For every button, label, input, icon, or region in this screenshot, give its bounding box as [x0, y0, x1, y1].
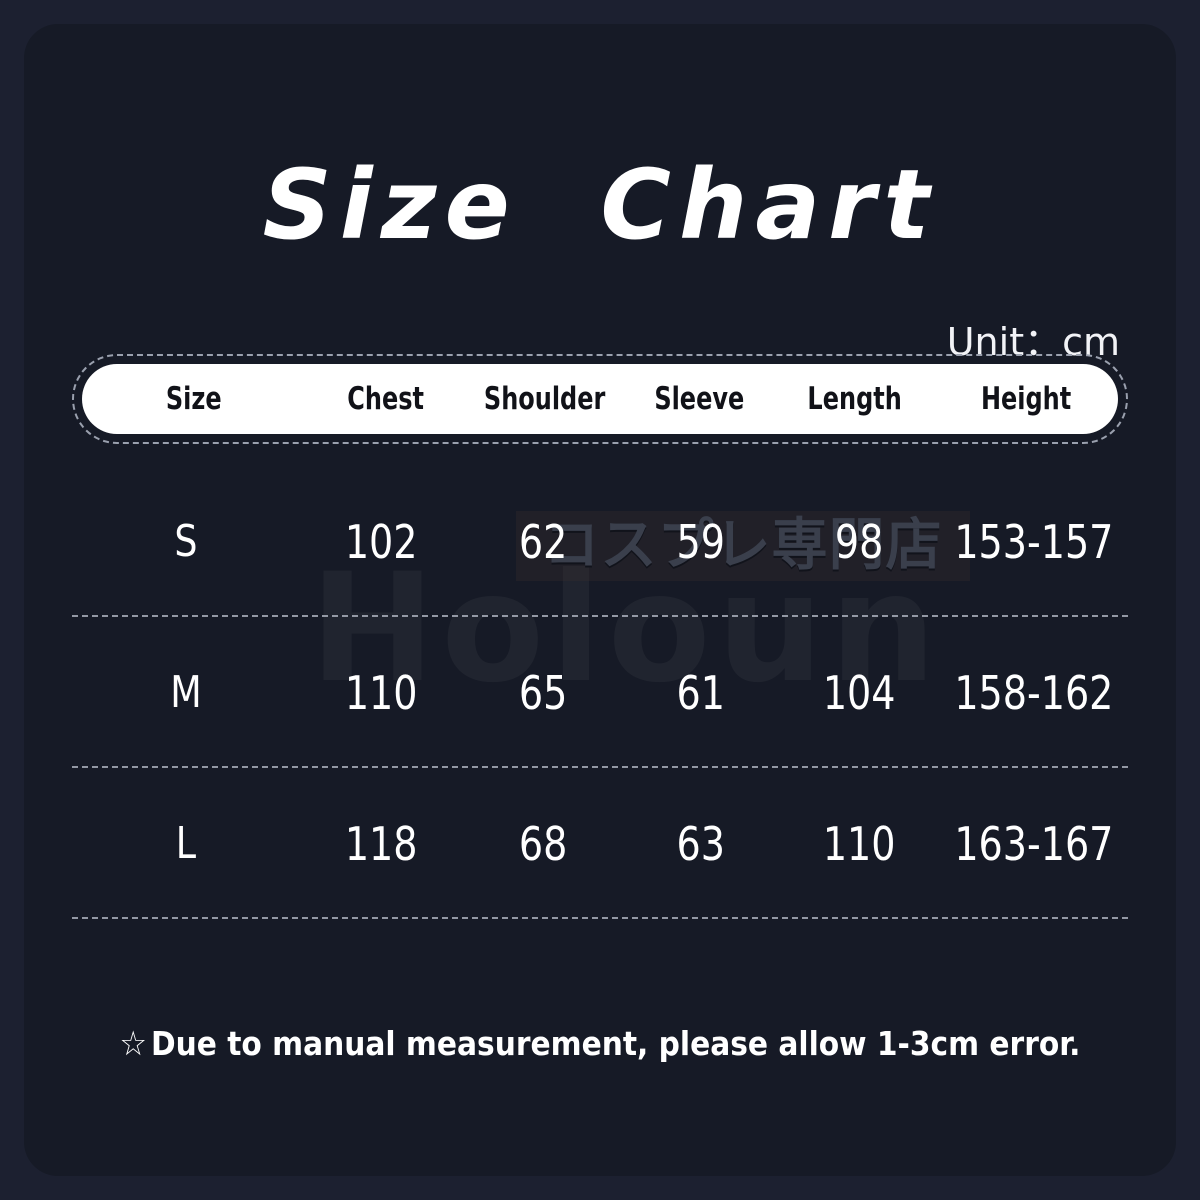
measurement-note-text: Due to manual measurement, please allow … [150, 1024, 1081, 1063]
table-row: S 102 62 59 98 153-157 [72, 466, 1128, 617]
cell-shoulder: 68 [519, 816, 568, 871]
table-row: L 118 68 63 110 163-167 [72, 768, 1128, 919]
page-title: Size Chart [262, 149, 938, 261]
cell-length: 98 [834, 514, 884, 569]
cell-length: 104 [822, 665, 896, 720]
cell-shoulder: 62 [519, 514, 568, 569]
table-header: Size Chest Shoulder Sleeve Length Height [72, 354, 1128, 444]
column-header-chest: Chest [346, 381, 424, 417]
cell-size: L [175, 818, 197, 869]
cell-length: 110 [822, 816, 896, 871]
column-header-height: Height [980, 381, 1072, 417]
cell-chest: 102 [344, 514, 418, 569]
column-header-length: Length [807, 381, 902, 417]
row-divider [72, 917, 1128, 919]
cell-height: 153-157 [954, 514, 1114, 569]
cell-height: 163-167 [954, 816, 1114, 871]
cell-chest: 110 [344, 665, 418, 720]
column-header-sleeve: Sleeve [654, 381, 745, 417]
cell-shoulder: 65 [519, 665, 568, 720]
cell-sleeve: 63 [676, 816, 726, 871]
column-header-shoulder: Shoulder [483, 381, 606, 417]
size-chart-image: Holoun コスプレ専門店 Size Chart Unit：cm Size C… [0, 0, 1200, 1200]
cell-sleeve: 59 [676, 514, 726, 569]
chart-panel: Holoun コスプレ専門店 Size Chart Unit：cm Size C… [24, 24, 1176, 1176]
table-row: M 110 65 61 104 158-162 [72, 617, 1128, 768]
cell-height: 158-162 [954, 665, 1114, 720]
column-header-size: Size [165, 381, 222, 417]
cell-sleeve: 61 [676, 665, 726, 720]
header-pill: Size Chest Shoulder Sleeve Length Height [82, 364, 1118, 434]
table-body: S 102 62 59 98 153-157 M 110 65 61 104 1… [72, 466, 1128, 919]
cell-size: M [170, 667, 202, 718]
cell-chest: 118 [344, 816, 418, 871]
measurement-note: ☆ Due to manual measurement, please allow… [24, 1024, 1176, 1064]
cell-size: S [174, 516, 198, 567]
star-icon: ☆ [119, 1024, 147, 1064]
